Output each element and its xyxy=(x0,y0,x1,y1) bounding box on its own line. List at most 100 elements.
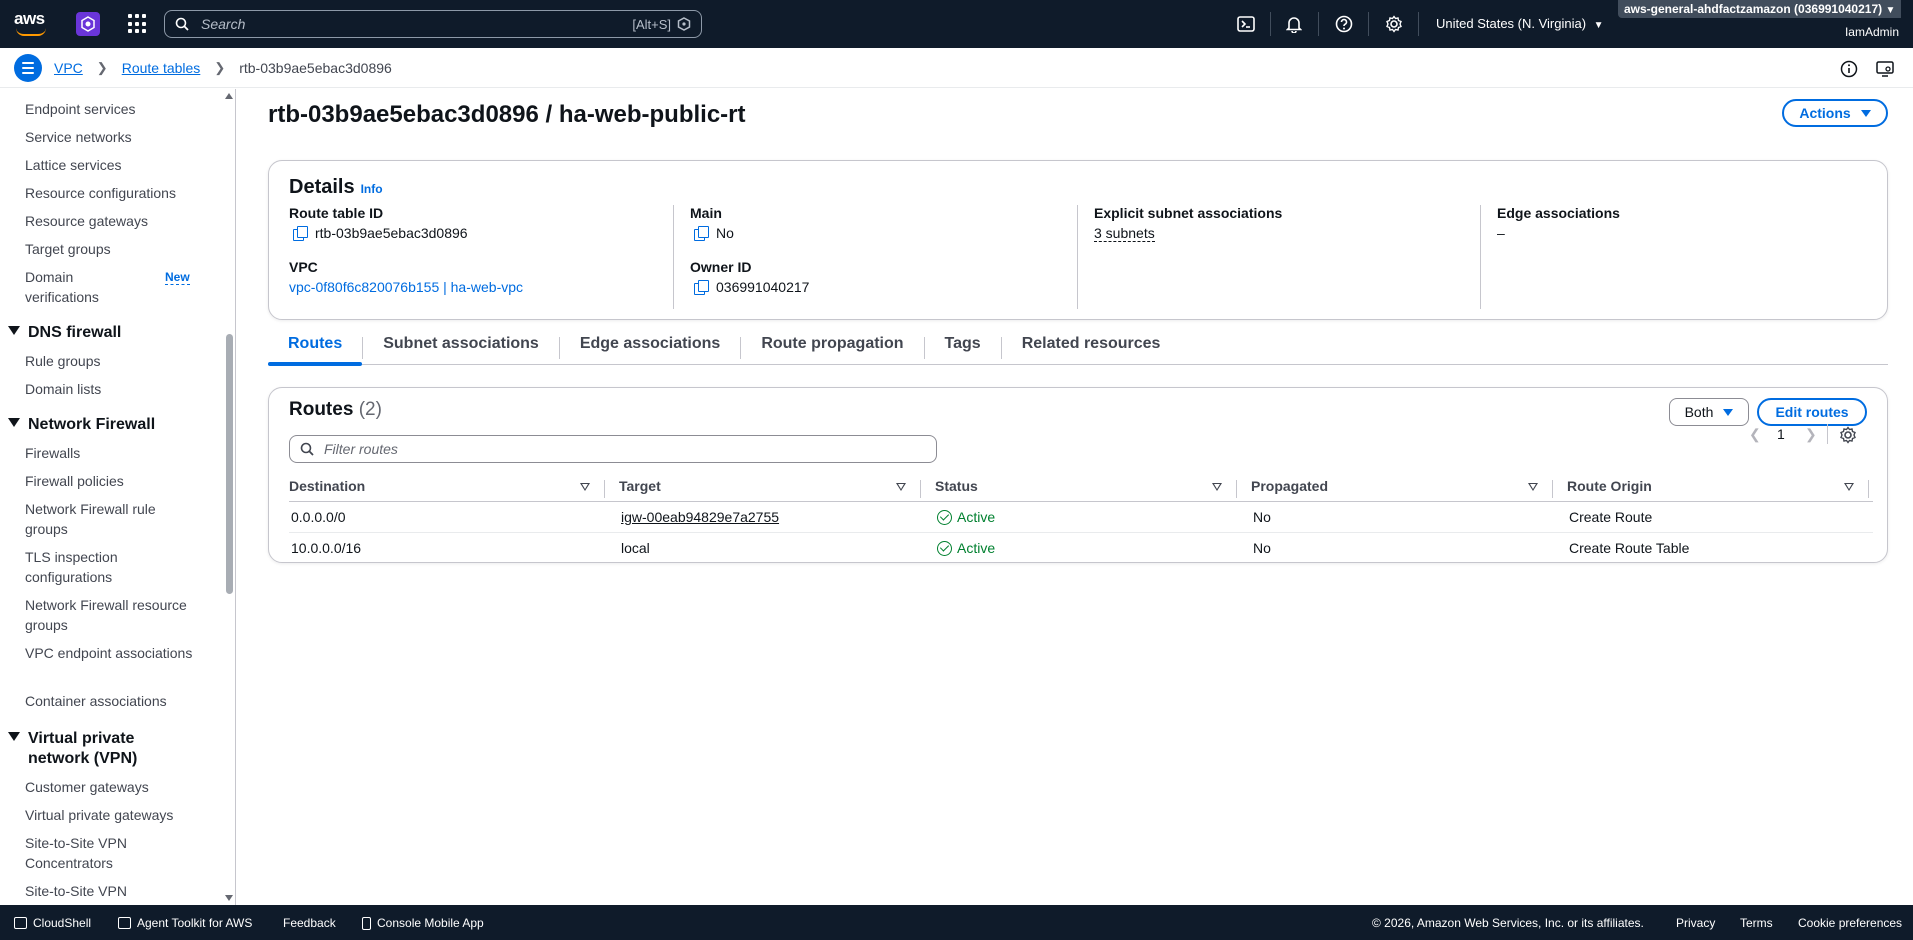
tab-route-propagation[interactable]: Route propagation xyxy=(741,329,923,365)
sidebar-item-lattice-services[interactable]: Lattice services xyxy=(25,155,195,175)
notifications-icon[interactable] xyxy=(1284,14,1304,34)
next-page-icon[interactable]: ❯ xyxy=(1805,426,1817,443)
info-link[interactable]: Info xyxy=(361,182,383,196)
sort-icon[interactable] xyxy=(580,483,590,491)
details-panel: Details Info Route table ID rtb-03b9ae5eb… xyxy=(268,160,1888,320)
cloudshell-button[interactable]: CloudShell xyxy=(14,916,91,930)
sort-icon[interactable] xyxy=(1844,483,1854,491)
side-navigation: Endpoint services Service networks Latti… xyxy=(0,89,236,905)
sort-icon[interactable] xyxy=(1528,483,1538,491)
sidebar-item-network-firewall-resource-groups[interactable]: Network Firewall resource groups xyxy=(25,595,195,635)
status-success-icon xyxy=(937,509,952,525)
caret-down-icon xyxy=(8,326,20,336)
column-status[interactable]: Status xyxy=(935,478,978,494)
column-route-origin[interactable]: Route Origin xyxy=(1567,478,1652,494)
filter-routes-input[interactable]: Filter routes xyxy=(289,435,937,463)
console-mobile-app-link[interactable]: Console Mobile App xyxy=(362,916,484,930)
cookie-preferences-link[interactable]: Cookie preferences xyxy=(1798,916,1902,930)
sidebar-item-network-firewall-rule-groups[interactable]: Network Firewall rule groups xyxy=(25,499,195,539)
sidebar-item-vpc-endpoint-associations[interactable]: VPC endpoint associations xyxy=(25,643,195,663)
sidebar-item-resource-gateways[interactable]: Resource gateways xyxy=(25,211,195,231)
tab-related-resources[interactable]: Related resources xyxy=(1002,329,1181,365)
terms-link[interactable]: Terms xyxy=(1740,916,1773,930)
current-page[interactable]: 1 xyxy=(1777,426,1785,442)
help-icon[interactable] xyxy=(1334,14,1354,34)
sidebar-scrollbar[interactable] xyxy=(226,334,233,594)
sidebar-item-service-networks[interactable]: Service networks xyxy=(25,127,195,147)
aws-logo[interactable]: aws xyxy=(14,10,48,38)
tab-edge-associations[interactable]: Edge associations xyxy=(560,329,741,365)
privacy-link[interactable]: Privacy xyxy=(1676,916,1715,930)
agent-toolkit-button[interactable]: Agent Toolkit for AWS xyxy=(118,916,252,930)
sidebar-item-domain-verifications[interactable]: Domain verifications xyxy=(25,267,125,307)
sidebar-item-target-groups[interactable]: Target groups xyxy=(25,239,195,259)
details-column-1: Route table ID rtb-03b9ae5ebac3d0896 VPC… xyxy=(289,205,524,295)
column-propagated[interactable]: Propagated xyxy=(1251,478,1328,494)
copy-icon[interactable] xyxy=(293,226,308,241)
sidebar-item-customer-gateways[interactable]: Customer gateways xyxy=(25,777,195,797)
explicit-subnets-popover[interactable]: 3 subnets xyxy=(1094,225,1155,242)
settings-gear-icon[interactable] xyxy=(1384,14,1404,34)
sidebar-section-dns-firewall[interactable]: DNS firewall xyxy=(8,323,121,343)
sidebar-item-container-associations[interactable]: Container associations xyxy=(25,691,195,711)
sidebar-item-site-to-site-vpn[interactable]: Site-to-Site VPN xyxy=(25,881,195,901)
services-menu-icon[interactable] xyxy=(128,14,148,34)
sidebar-section-network-firewall[interactable]: Network Firewall xyxy=(8,415,155,435)
sidebar-item-firewalls[interactable]: Firewalls xyxy=(25,443,195,463)
internet-gateway-link[interactable]: igw-00eab94829e7a2755 xyxy=(621,509,779,525)
side-nav-toggle-icon[interactable] xyxy=(14,54,42,82)
sidebar-section-vpn[interactable]: Virtual private network (VPN) xyxy=(8,729,188,769)
user-name[interactable]: IamAdmin xyxy=(1845,25,1899,39)
service-icon[interactable] xyxy=(76,12,100,36)
route-filter-select[interactable]: Both xyxy=(1669,398,1749,426)
column-target[interactable]: Target xyxy=(619,478,661,494)
caret-down-icon xyxy=(1860,109,1871,117)
search-icon xyxy=(175,17,189,31)
feedback-link[interactable]: Feedback xyxy=(283,916,336,930)
sidebar-item-virtual-private-gateways[interactable]: Virtual private gateways xyxy=(25,805,195,825)
search-placeholder: Search xyxy=(201,16,246,32)
copy-icon[interactable] xyxy=(694,280,709,295)
sidebar-item-tls-inspection[interactable]: TLS inspection configurations xyxy=(25,547,195,587)
tab-tags[interactable]: Tags xyxy=(925,329,1001,365)
edit-routes-button[interactable]: Edit routes xyxy=(1757,398,1867,426)
page-tools-icon[interactable] xyxy=(1876,60,1894,78)
cloudshell-icon[interactable] xyxy=(1236,14,1256,34)
table-row: 0.0.0.0/0 igw-00eab94829e7a2755 Active N… xyxy=(289,502,1873,533)
preferences-gear-icon[interactable] xyxy=(1839,426,1857,444)
scroll-down-arrow[interactable] xyxy=(225,895,233,901)
sidebar-item-domain-lists[interactable]: Domain lists xyxy=(25,379,195,399)
caret-down-icon xyxy=(1723,408,1734,416)
sort-icon[interactable] xyxy=(896,483,906,491)
account-menu[interactable]: aws-general-ahdfactzamazon (036991040217… xyxy=(1618,0,1902,18)
actions-button[interactable]: Actions xyxy=(1782,99,1888,127)
copy-icon[interactable] xyxy=(694,226,709,241)
sort-icon[interactable] xyxy=(1212,483,1222,491)
breadcrumb-vpc[interactable]: VPC xyxy=(54,60,83,76)
previous-page-icon[interactable]: ❮ xyxy=(1749,426,1761,443)
sidebar-item-rule-groups[interactable]: Rule groups xyxy=(25,351,195,371)
scroll-up-arrow[interactable] xyxy=(225,93,233,99)
sidebar-item-firewall-policies[interactable]: Firewall policies xyxy=(25,471,195,491)
column-destination[interactable]: Destination xyxy=(289,478,365,494)
details-column-2: Main No Owner ID 036991040217 xyxy=(673,205,1077,309)
tab-subnet-associations[interactable]: Subnet associations xyxy=(363,329,559,365)
page-title: rtb-03b9ae5ebac3d0896 / ha-web-public-rt xyxy=(268,101,746,128)
table-header: Destination Target Status Propagated Rou… xyxy=(289,474,1873,502)
search-input[interactable]: Search [Alt+S] xyxy=(164,10,702,38)
details-column-4: Edge associations – xyxy=(1480,205,1860,309)
region-selector[interactable]: United States (N. Virginia) ▼ xyxy=(1436,16,1604,31)
chevron-right-icon: ❯ xyxy=(96,60,108,75)
tab-routes[interactable]: Routes xyxy=(268,329,363,366)
info-icon[interactable] xyxy=(1840,60,1858,78)
sidebar-item-vpn-concentrators[interactable]: Site-to-Site VPN Concentrators xyxy=(25,833,195,873)
route-table-id: rtb-03b9ae5ebac3d0896 xyxy=(315,225,468,241)
breadcrumb-current: rtb-03b9ae5ebac3d0896 xyxy=(239,60,392,76)
sidebar-item-endpoint-services[interactable]: Endpoint services xyxy=(25,99,195,119)
cloudshell-icon xyxy=(14,917,27,929)
vpc-link[interactable]: vpc-0f80f6c820076b155 | ha-web-vpc xyxy=(289,279,523,295)
footer: CloudShell Agent Toolkit for AWS Feedbac… xyxy=(0,905,1913,940)
sidebar-item-resource-configurations[interactable]: Resource configurations xyxy=(25,183,195,203)
table-row: 10.0.0.0/16 local Active No Create Route… xyxy=(291,540,1690,556)
breadcrumb-route-tables[interactable]: Route tables xyxy=(122,60,201,76)
